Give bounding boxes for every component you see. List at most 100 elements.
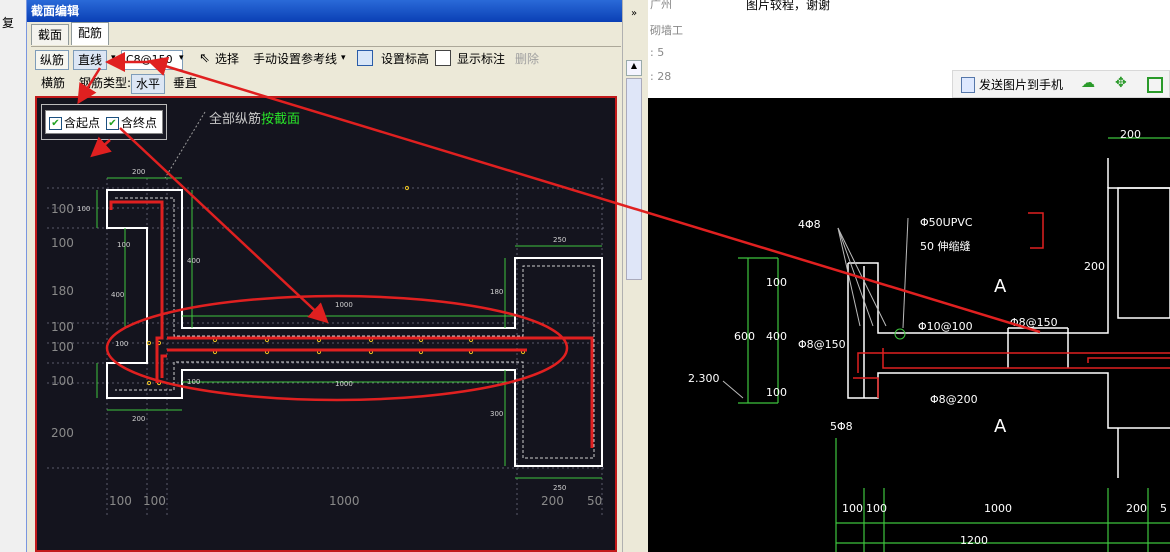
chat-panel: 广州 图片较程，谢谢 砌墙工 : 5 : 28 发送图片到手机 ☁ ✥ 200 … bbox=[648, 0, 1170, 552]
dim-label: 1000 bbox=[335, 380, 353, 388]
cad-label: Φ10@100 bbox=[918, 320, 973, 333]
cad-label: 50 伸缩缝 bbox=[920, 240, 971, 253]
horizontal-button[interactable]: 水平 bbox=[131, 74, 166, 94]
cad-image: 200 4Φ8 Φ50UPVC 50 伸缩缝 200 A A Φ10@100 Φ… bbox=[648, 98, 1170, 552]
cad-label: 100 bbox=[766, 386, 787, 399]
dim-label: 250 bbox=[553, 484, 567, 492]
dim-label: 200 bbox=[132, 415, 146, 423]
cad-label: Φ8@150 bbox=[798, 338, 846, 351]
text-line: : 28 bbox=[650, 70, 672, 83]
select-button[interactable]: 选择 bbox=[211, 50, 243, 68]
manual-reference-button[interactable]: 手动设置参考线 bbox=[249, 50, 341, 68]
cad-label: 5 bbox=[1160, 502, 1167, 515]
cad-label: 100 bbox=[842, 502, 863, 515]
hint-text: 全部纵筋按截面 bbox=[209, 112, 301, 127]
rebar-type-label: 钢筋类型: bbox=[79, 76, 132, 90]
axis-label: 1000 bbox=[329, 494, 360, 508]
phone-icon[interactable] bbox=[961, 77, 975, 93]
rebar-spec-input[interactable]: C8@150 bbox=[121, 50, 183, 70]
window-title: 截面编辑 bbox=[27, 0, 623, 22]
text-line: : 5 bbox=[650, 46, 665, 59]
dim-label: 100 bbox=[187, 378, 201, 386]
straight-line-button[interactable]: 直线 bbox=[73, 50, 108, 70]
axis-label: 100 bbox=[51, 340, 74, 354]
axis-label: 180 bbox=[51, 284, 74, 298]
dim-label: 100 bbox=[117, 241, 131, 249]
save-icon[interactable] bbox=[1147, 77, 1163, 93]
cad-drawing bbox=[722, 137, 1170, 552]
send-to-phone-button[interactable]: 发送图片到手机 bbox=[979, 76, 1063, 93]
delete-button[interactable]: 删除 bbox=[511, 50, 543, 68]
cad-label: 600 bbox=[734, 330, 755, 343]
option-panel: ✔ 含起点 ✔ 含终点 bbox=[45, 110, 163, 134]
cad-label: 400 bbox=[766, 330, 787, 343]
cad-label: 200 bbox=[1120, 128, 1141, 141]
cad-label: 4Φ8 bbox=[798, 218, 821, 231]
text-line: 砌墙工 bbox=[650, 24, 683, 37]
cad-label: 5Φ8 bbox=[830, 420, 853, 433]
axis-label: 100 bbox=[51, 320, 74, 334]
cad-label: Φ8@200 bbox=[930, 393, 978, 406]
axis-label: 50 bbox=[587, 494, 603, 508]
text-line: 广州 bbox=[650, 0, 672, 11]
cad-label: 100 bbox=[766, 276, 787, 289]
toolbar-secondary: 横筋 钢筋类型: 水平 垂直 bbox=[31, 72, 621, 96]
dim-label: 180 bbox=[490, 288, 504, 296]
dim-label: 250 bbox=[553, 236, 567, 244]
cad-label: 200 bbox=[1084, 260, 1105, 273]
check-icon: ✔ bbox=[106, 117, 119, 130]
tab-section[interactable]: 截面 bbox=[31, 24, 70, 45]
axis-label: 200 bbox=[51, 426, 74, 440]
cad-label: 2.300 bbox=[688, 372, 720, 385]
cloud-icon[interactable]: ☁ bbox=[1081, 75, 1095, 91]
transverse-button[interactable]: 横筋 bbox=[37, 74, 69, 92]
annotation-icon[interactable] bbox=[435, 50, 451, 66]
cad-label: Φ8@150 bbox=[1010, 316, 1058, 329]
axis-label: 200 bbox=[541, 494, 564, 508]
section-editor-window: 截面编辑 截面 配筋 纵筋 直线 ▾ C8@150 ▾ ⇖ 选择 手动设置参考线… bbox=[26, 0, 623, 552]
vertical-button[interactable]: 垂直 bbox=[169, 74, 201, 92]
cad-label: A bbox=[994, 416, 1007, 437]
cad-label: 1200 bbox=[960, 534, 988, 547]
drawing-canvas[interactable]: ✔ 含起点 ✔ 含终点 全部纵筋按截面 200 250 100 100 400 40… bbox=[35, 96, 617, 552]
dim-label: 300 bbox=[490, 410, 504, 418]
dim-label: 400 bbox=[187, 257, 201, 265]
strip-label: 复 bbox=[2, 16, 15, 30]
scroll-thumb[interactable] bbox=[626, 78, 642, 280]
dim-label: 1000 bbox=[335, 301, 353, 309]
double-chevron-right-icon[interactable]: » bbox=[631, 8, 637, 19]
vertical-scrollbar[interactable]: » ▲ bbox=[622, 0, 649, 552]
chevron-down-icon[interactable]: ▾ bbox=[179, 53, 184, 63]
cad-label: A bbox=[994, 276, 1007, 297]
text-line: 图片较程，谢谢 bbox=[746, 0, 831, 12]
image-toolbar: 发送图片到手机 ☁ ✥ bbox=[952, 70, 1170, 98]
cad-label: 200 bbox=[1126, 502, 1147, 515]
include-end-checkbox[interactable]: ✔ 含终点 bbox=[106, 114, 157, 131]
axis-label: 100 bbox=[51, 236, 74, 250]
include-start-checkbox[interactable]: ✔ 含起点 bbox=[49, 114, 100, 131]
cad-label: 1000 bbox=[984, 502, 1012, 515]
background-window-strip: 复 bbox=[0, 0, 27, 552]
expand-icon[interactable]: ✥ bbox=[1115, 75, 1127, 91]
cad-label: Φ50UPVC bbox=[920, 216, 973, 229]
set-elevation-button[interactable]: 设置标高 bbox=[377, 50, 433, 68]
elevation-icon[interactable] bbox=[357, 50, 373, 66]
show-annotation-button[interactable]: 显示标注 bbox=[453, 50, 509, 68]
toolbar-primary: 纵筋 直线 ▾ C8@150 ▾ ⇖ 选择 手动设置参考线 ▾ 设置标高 显示标… bbox=[31, 46, 621, 73]
axis-label: 100 bbox=[51, 202, 74, 216]
axis-label: 100 bbox=[143, 494, 166, 508]
cad-label: 100 bbox=[866, 502, 887, 515]
dim-label: 100 bbox=[77, 205, 91, 213]
tab-rebar[interactable]: 配筋 bbox=[71, 22, 110, 45]
longitudinal-button[interactable]: 纵筋 bbox=[35, 50, 70, 70]
section-drawing bbox=[47, 111, 607, 518]
dim-label: 200 bbox=[132, 168, 146, 176]
axis-label: 100 bbox=[109, 494, 132, 508]
scroll-up-icon[interactable]: ▲ bbox=[626, 60, 642, 76]
option-group: ✔ 含起点 ✔ 含终点 bbox=[41, 104, 167, 140]
chevron-down-icon[interactable]: ▾ bbox=[111, 53, 116, 63]
dim-label: 100 bbox=[115, 340, 129, 348]
axis-label: 100 bbox=[51, 374, 74, 388]
chevron-down-icon[interactable]: ▾ bbox=[341, 53, 346, 63]
cursor-icon[interactable]: ⇖ bbox=[199, 51, 210, 66]
